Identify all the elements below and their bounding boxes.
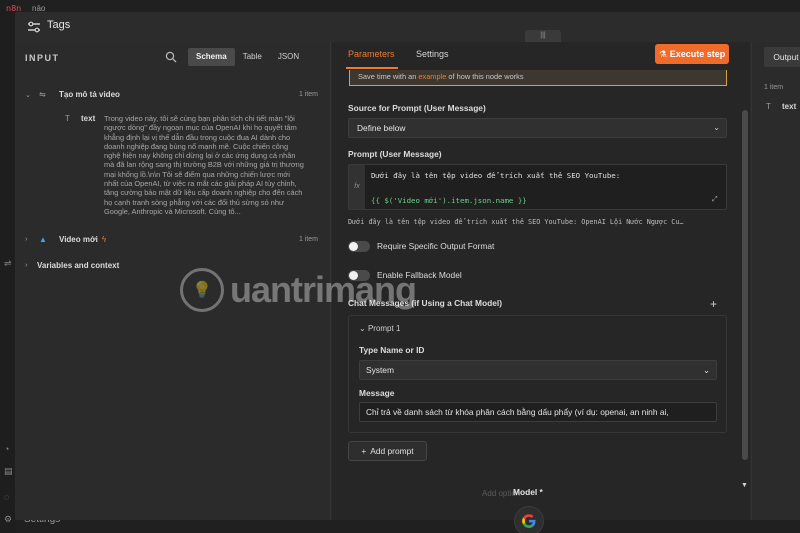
fx-icon: fx xyxy=(349,165,365,209)
workflow-icon[interactable]: ⇌ xyxy=(4,258,14,268)
node-name: Variables and context xyxy=(37,261,120,270)
require-format-toggle[interactable] xyxy=(348,241,370,252)
help-icon[interactable]: ◔ xyxy=(4,444,14,454)
field-name[interactable]: text xyxy=(81,114,95,123)
active-tab-indicator xyxy=(346,67,398,69)
left-rail: ⇌ ◔ ▤ ◌ ⚙ xyxy=(0,0,16,533)
text-type-icon: T xyxy=(65,114,70,123)
message-label: Message xyxy=(359,388,395,398)
chart-icon[interactable]: ▤ xyxy=(4,466,14,476)
node-tao-mo-ta-video[interactable]: ⌄ ⇋ Tạo mô tả video xyxy=(25,90,120,99)
chat-messages-label: Chat Messages (if Using a Chat Model) xyxy=(348,298,503,308)
view-mode-tabs: Schema Table JSON xyxy=(188,48,307,66)
output-tab[interactable]: Output xyxy=(764,47,800,67)
gear-icon[interactable]: ⚙ xyxy=(4,514,14,524)
prompt-expression: {{ $('Video mới').item.json.name }} xyxy=(371,196,527,205)
item-count: 1 item xyxy=(298,236,318,243)
chevron-down-icon: ⌄ xyxy=(702,365,710,375)
type-select[interactable]: System ⌄ xyxy=(359,360,717,380)
google-icon xyxy=(522,514,536,528)
output-item-count: 1 item xyxy=(764,84,784,91)
scroll-down-icon[interactable]: ▼ xyxy=(741,482,748,489)
input-panel-title: INPUT xyxy=(25,53,60,63)
screen: ⇌ ◔ ▤ ◌ ⚙ n8n nāo Settings Model Tags IN… xyxy=(0,0,800,533)
node-name: Video mới xyxy=(59,235,98,244)
bell-icon[interactable]: ◌ xyxy=(4,492,14,502)
model-label: Model * xyxy=(513,487,543,497)
chat-message-item: ⌄ Prompt 1 Type Name or ID System ⌄ Mess… xyxy=(348,315,727,433)
node-name: Tạo mô tả video xyxy=(59,90,120,99)
tab-json[interactable]: JSON xyxy=(270,48,307,66)
example-notice: Save time with an example of how this no… xyxy=(349,70,727,86)
google-drive-icon: ▲ xyxy=(39,235,47,244)
modal-title: Tags xyxy=(47,19,71,31)
prompt-label: Prompt (User Message) xyxy=(348,149,442,159)
prompt-item-header[interactable]: ⌄ Prompt 1 xyxy=(359,324,400,333)
type-label: Type Name or ID xyxy=(359,345,425,355)
output-panel: Output 1 item T text xyxy=(751,42,800,520)
trigger-bolt-icon: ϟ xyxy=(101,235,107,244)
tab-settings[interactable]: Settings xyxy=(416,49,449,59)
fallback-model-label: Enable Fallback Model xyxy=(377,270,462,280)
tab-parameters[interactable]: Parameters xyxy=(348,49,395,59)
source-select[interactable]: Define below ⌄ xyxy=(348,118,727,138)
drag-handle[interactable]: ||| xyxy=(525,30,561,42)
input-panel: INPUT Schema Table JSON ⌄ ⇋ Tạo mô tả vi… xyxy=(15,42,331,520)
node-variables-context[interactable]: › Variables and context xyxy=(25,261,119,270)
scrollbar[interactable] xyxy=(742,110,748,460)
prompt-line-1: Dưới đây là tên tệp video để trích xuất … xyxy=(371,171,621,180)
node-video-moi[interactable]: › ▲ Video mới ϟ xyxy=(25,235,106,244)
flask-icon: ⚗ xyxy=(658,48,667,59)
chevron-right-icon[interactable]: › xyxy=(25,262,35,269)
fallback-model-toggle[interactable] xyxy=(348,270,370,281)
tab-table[interactable]: Table xyxy=(235,48,270,66)
execute-step-button[interactable]: ⚗ Execute step xyxy=(655,44,729,64)
tab-schema[interactable]: Schema xyxy=(188,48,235,66)
parameters-panel: ||| Parameters Settings ⚗ Execute step S… xyxy=(332,30,750,520)
chevron-right-icon[interactable]: › xyxy=(25,236,35,243)
node-type-icon: ⇋ xyxy=(39,90,46,99)
field-value: Trong video này, tôi sẽ cùng bạn phân tí… xyxy=(104,114,304,216)
output-field-name: text xyxy=(782,102,797,111)
prompt-expression-input[interactable]: fx Dưới đây là tên tệp video để trích xu… xyxy=(348,164,727,210)
search-icon[interactable] xyxy=(165,50,179,64)
require-format-label: Require Specific Output Format xyxy=(377,241,495,251)
text-type-icon: T xyxy=(766,102,771,111)
expand-icon[interactable]: ⤢ xyxy=(712,196,722,206)
message-input[interactable]: Chỉ trả về danh sách từ khóa phân cách b… xyxy=(359,402,717,422)
source-label: Source for Prompt (User Message) xyxy=(348,103,486,113)
plus-icon: + xyxy=(361,446,367,456)
modal-header: Tags xyxy=(15,12,800,42)
prompt-preview: Dưới đây là tên tệp video để trích xuất … xyxy=(348,218,684,226)
item-count: 1 item xyxy=(298,91,318,98)
tags-node-icon xyxy=(27,20,41,34)
chevron-down-icon: ⌄ xyxy=(713,123,720,132)
google-model-button[interactable] xyxy=(514,506,544,533)
add-prompt-button[interactable]: + Add prompt xyxy=(348,441,427,461)
example-link[interactable]: example xyxy=(418,72,446,81)
add-message-icon[interactable]: + xyxy=(710,297,717,311)
node-modal: Tags INPUT Schema Table JSON ⌄ ⇋ Tạo mô … xyxy=(15,12,800,520)
chevron-down-icon[interactable]: ⌄ xyxy=(25,91,35,99)
chevron-down-icon: ⌄ xyxy=(359,324,366,333)
